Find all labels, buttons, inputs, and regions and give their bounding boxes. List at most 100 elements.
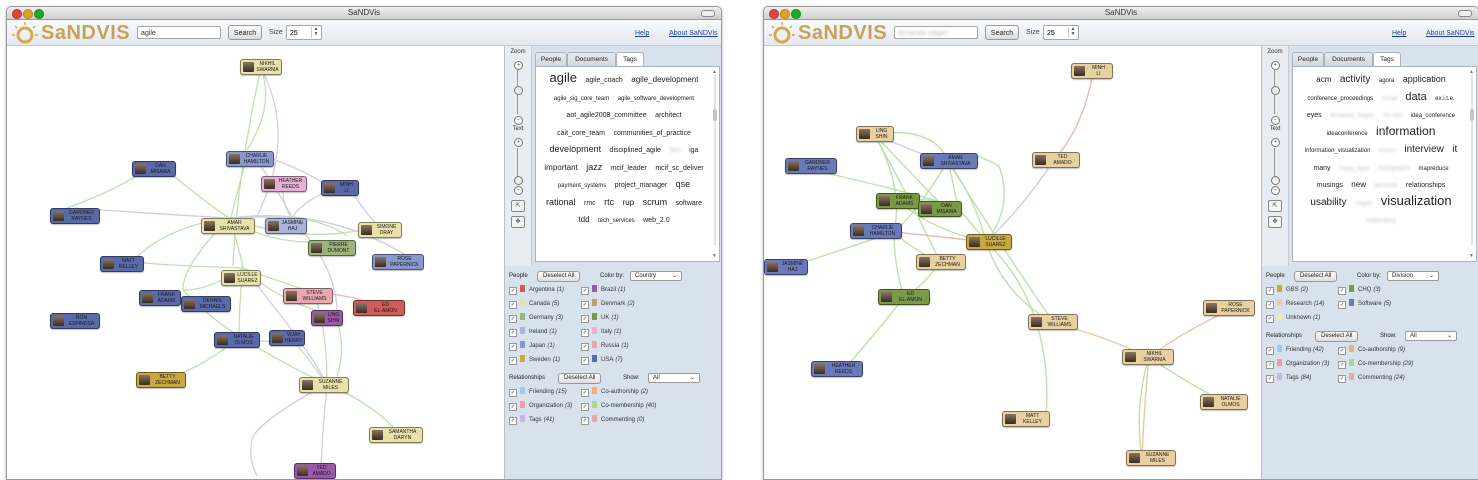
people-deselect-all-button[interactable]: Deselect All bbox=[1294, 271, 1338, 282]
person-node[interactable]: LUCILLE SUAREZ bbox=[966, 234, 1012, 250]
tag-item[interactable]: idea_conference bbox=[1411, 113, 1455, 119]
about-link[interactable]: About SaNDVis bbox=[1426, 29, 1475, 38]
tag-item[interactable]: usability bbox=[1310, 197, 1346, 208]
person-node[interactable]: GARDNER RAYNES bbox=[50, 208, 100, 224]
person-node[interactable]: HEATHER REEDS bbox=[261, 176, 307, 192]
tag-item[interactable]: activity bbox=[1340, 74, 1371, 85]
zoom-slider-handle[interactable] bbox=[514, 86, 523, 95]
relationship-filter-item[interactable]: ✓ Tags (84) bbox=[1266, 373, 1311, 383]
tab-tags[interactable]: Tags bbox=[1373, 52, 1401, 67]
person-node[interactable]: SAMANTHA DARYN bbox=[369, 427, 423, 443]
tag-item[interactable]: agile_sig_core_team bbox=[554, 96, 609, 102]
checkbox[interactable]: ✓ bbox=[509, 301, 517, 309]
person-node[interactable]: FRANK ADAMS bbox=[876, 193, 920, 209]
people-filter-item[interactable]: ✓ Germany (3) bbox=[509, 313, 563, 323]
person-node[interactable]: DAN MISAWA bbox=[918, 201, 962, 217]
person-node[interactable]: NATALIE OLMOS bbox=[214, 332, 260, 348]
person-node[interactable]: SUZANNE MILES bbox=[299, 377, 349, 393]
tab-tags[interactable]: Tags bbox=[616, 52, 644, 67]
tag-item[interactable]: viegas bbox=[1355, 201, 1372, 207]
tag-cloud-scrollbar[interactable]: ▲ ▼ bbox=[712, 69, 718, 259]
person-node[interactable]: MATT KELLEY bbox=[1002, 411, 1050, 427]
person-node[interactable]: JASMINE HAJ bbox=[265, 218, 307, 234]
tag-cloud-scrollbar[interactable]: ▲ ▼ bbox=[1469, 69, 1475, 259]
relationship-filter-item[interactable]: ✓ Co-membership (40) bbox=[581, 401, 656, 411]
scroll-down-icon[interactable]: ▼ bbox=[712, 253, 717, 259]
people-filter-item[interactable]: ✓ Sweden (1) bbox=[509, 355, 560, 365]
people-filter-item[interactable]: ✓ Canada (5) bbox=[509, 299, 559, 309]
tag-item[interactable]: architect bbox=[655, 112, 681, 119]
about-link[interactable]: About SaNDVis bbox=[669, 29, 718, 38]
tag-item[interactable]: payment_systems bbox=[558, 183, 606, 189]
person-node[interactable]: NIKHIL SWARMA bbox=[240, 59, 282, 75]
tag-item[interactable]: aot_agile2008_committee bbox=[566, 112, 646, 119]
tag-item[interactable]: agile bbox=[550, 70, 577, 85]
zoom-out-icon[interactable]: − bbox=[514, 116, 523, 125]
tag-item[interactable]: ibm bbox=[669, 147, 680, 154]
person-node[interactable]: STEVE WILLIAMS bbox=[1028, 314, 1078, 330]
text-slider-handle[interactable] bbox=[514, 176, 523, 185]
text-smaller-icon[interactable]: − bbox=[1271, 186, 1280, 195]
search-button[interactable]: Search bbox=[985, 25, 1019, 40]
relationship-filter-item[interactable]: ✓ Friending (15) bbox=[509, 387, 567, 397]
stepper-arrows-icon[interactable]: ▲ ▼ bbox=[1068, 27, 1077, 38]
tag-item[interactable]: cait_core_team bbox=[557, 130, 605, 137]
network-canvas[interactable]: MINH LI LING SHIN TED AMADO GARDNER RAYNES AMAR S… bbox=[764, 46, 1260, 479]
person-node[interactable]: MATT KELLEY bbox=[100, 256, 144, 272]
relationship-filter-item[interactable]: ✓ Organization (3) bbox=[509, 401, 572, 411]
tab-people[interactable]: People bbox=[1292, 52, 1324, 66]
checkbox[interactable]: ✓ bbox=[581, 301, 589, 309]
relationship-filter-item[interactable]: ✓ Organization (3) bbox=[1266, 359, 1329, 369]
person-node[interactable]: HEATHER REEDS bbox=[811, 361, 863, 377]
person-node[interactable]: MINH LI bbox=[321, 180, 359, 196]
tab-documents[interactable]: Documents bbox=[1324, 52, 1373, 66]
checkbox[interactable]: ✓ bbox=[509, 403, 517, 411]
relationship-filter-item[interactable]: ✓ Commenting (24) bbox=[1338, 373, 1405, 383]
tag-item[interactable]: mcif_sc_deliver bbox=[655, 165, 703, 172]
zoom-in-icon[interactable]: + bbox=[1271, 61, 1280, 70]
person-node[interactable]: TED AMADO bbox=[294, 463, 336, 479]
tag-item[interactable]: new bbox=[1351, 180, 1366, 189]
zoom-in-icon[interactable]: + bbox=[514, 61, 523, 70]
relationship-filter-item[interactable]: ✓ Co-authorship (2) bbox=[581, 387, 648, 397]
tag-item[interactable]: application bbox=[1403, 74, 1446, 84]
person-node[interactable]: AMAR SRIVASTAVA bbox=[920, 153, 978, 169]
checkbox[interactable]: ✓ bbox=[581, 343, 589, 351]
checkbox[interactable]: ✓ bbox=[1338, 301, 1346, 309]
tag-item[interactable]: personal bbox=[1374, 183, 1397, 189]
people-filter-item[interactable]: ✓ Denmark (2) bbox=[581, 299, 635, 309]
person-node[interactable]: FRANK ADAMS bbox=[139, 290, 181, 306]
relationships-deselect-all-button[interactable]: Deselect All bbox=[1315, 331, 1359, 342]
tag-item[interactable]: ex.i.t.e. bbox=[1435, 96, 1454, 102]
people-filter-item[interactable]: ✓ Russia (1) bbox=[581, 341, 629, 351]
tag-item[interactable]: web_2.0 bbox=[643, 217, 669, 224]
tag-item[interactable]: interview bbox=[1404, 144, 1443, 155]
relationship-filter-item[interactable]: ✓ Co-membership (29) bbox=[1338, 359, 1413, 369]
relationship-filter-item[interactable]: ✓ Co-authorship (9) bbox=[1338, 345, 1405, 355]
person-node[interactable]: VIJAY HENRY bbox=[269, 330, 306, 346]
tag-item[interactable]: infovis bbox=[1379, 148, 1396, 154]
people-filter-item[interactable]: ✓ UK (1) bbox=[581, 313, 619, 323]
tag-item[interactable]: visualization bbox=[1381, 193, 1452, 208]
tag-item[interactable]: project_manager bbox=[615, 182, 668, 189]
person-node[interactable]: RON ESPINOSA bbox=[50, 313, 100, 329]
tag-item[interactable]: relationships bbox=[1406, 182, 1445, 189]
zoom-out-icon[interactable]: − bbox=[1271, 116, 1280, 125]
tag-item[interactable]: development bbox=[550, 144, 602, 154]
person-node[interactable]: CHARLIE HAMILTON bbox=[226, 151, 274, 167]
checkbox[interactable]: ✓ bbox=[581, 357, 589, 365]
checkbox[interactable]: ✓ bbox=[1266, 361, 1274, 369]
tag-item[interactable]: rmc bbox=[584, 200, 596, 207]
checkbox[interactable]: ✓ bbox=[1338, 287, 1346, 295]
person-node[interactable]: BETTY ZECHMAN bbox=[916, 254, 966, 270]
tag-item[interactable]: social bbox=[1382, 96, 1397, 102]
checkbox[interactable]: ✓ bbox=[581, 329, 589, 337]
tag-item[interactable]: rtc bbox=[604, 197, 614, 207]
checkbox[interactable]: ✓ bbox=[1266, 287, 1274, 295]
checkbox[interactable]: ✓ bbox=[509, 357, 517, 365]
person-node[interactable]: CHARLIE HAMILTON bbox=[850, 223, 902, 239]
relationship-filter-item[interactable]: ✓ Tags (41) bbox=[509, 415, 554, 425]
tag-item[interactable]: iga bbox=[689, 147, 698, 154]
pan-move-icon[interactable]: ✥ bbox=[1268, 216, 1282, 228]
tag-item[interactable]: information_visualization bbox=[1305, 148, 1371, 154]
